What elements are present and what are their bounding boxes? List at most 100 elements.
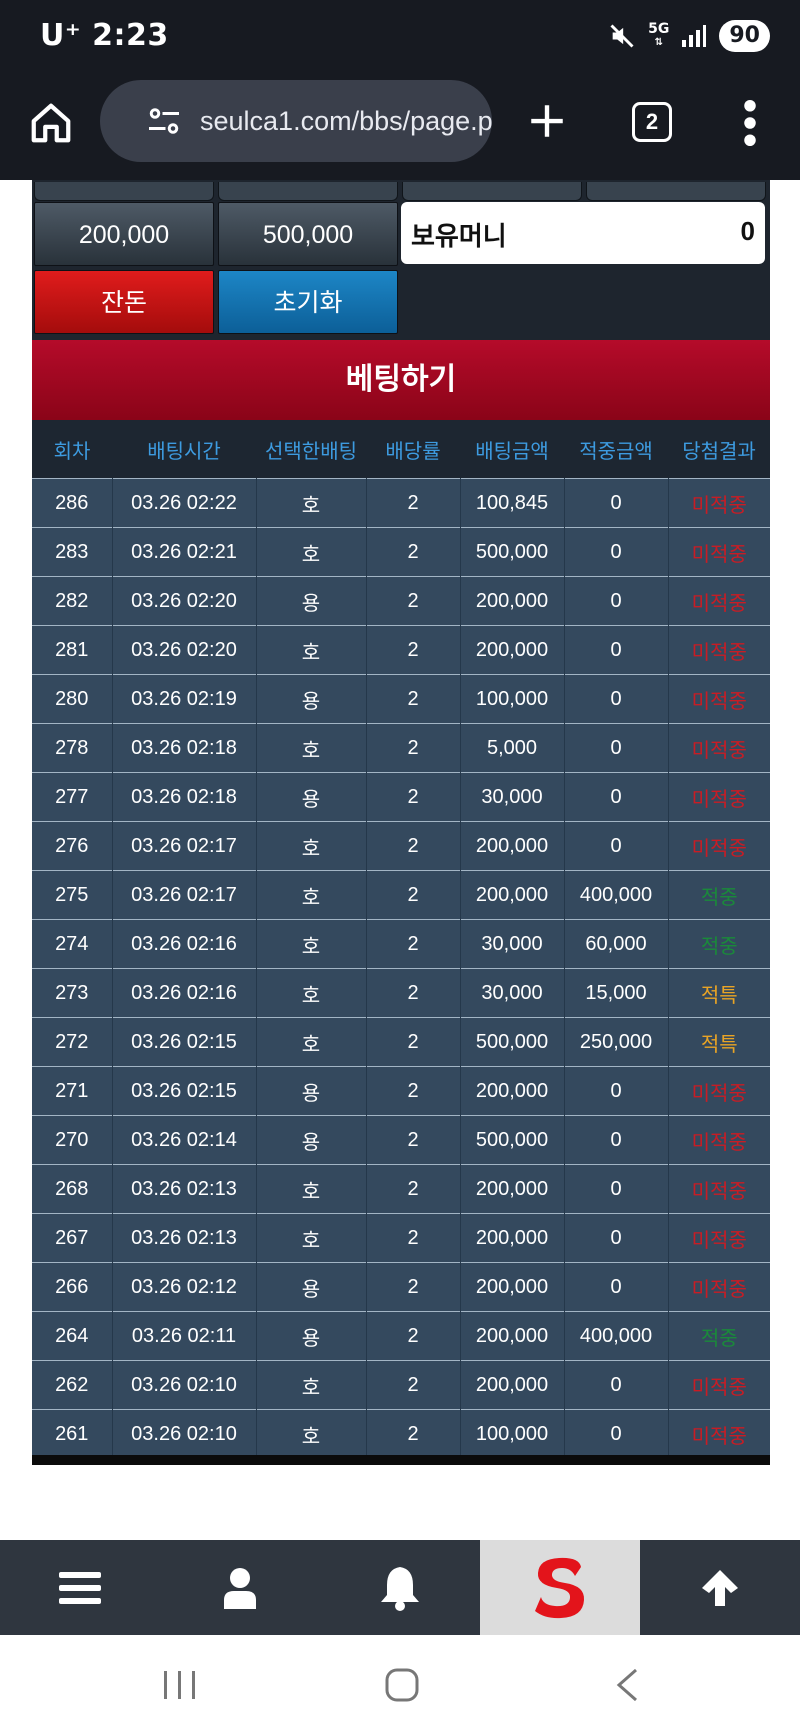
col-win-amount-cell: 0 [564, 1066, 669, 1116]
table-row: 276 03.26 02:17 호 2 200,000 0 미적중 [32, 821, 770, 871]
col-bet-amount-cell: 200,000 [460, 1262, 565, 1312]
col-round-cell: 277 [32, 772, 113, 822]
col-odds-cell: 2 [366, 1409, 461, 1458]
col-result-cell: 미적중 [668, 1115, 770, 1165]
col-bet-time-cell: 03.26 02:13 [112, 1164, 257, 1214]
col-result-cell: 미적중 [668, 1360, 770, 1410]
col-selection-cell: 호 [256, 625, 367, 675]
col-odds-cell: 2 [366, 576, 461, 626]
col-bet-time-cell: 03.26 02:18 [112, 723, 257, 773]
reset-button[interactable]: 초기화 [218, 270, 398, 334]
table-row: 274 03.26 02:16 호 2 30,000 60,000 적중 [32, 919, 770, 969]
nav-menu-button[interactable] [0, 1540, 160, 1635]
col-selection-cell: 용 [256, 1262, 367, 1312]
col-win-amount-cell: 0 [564, 1360, 669, 1410]
col-odds-cell: 2 [366, 968, 461, 1018]
betting-section-title: 베팅하기 [32, 340, 770, 420]
site-logo[interactable] [531, 1555, 589, 1621]
home-icon[interactable] [28, 100, 74, 146]
col-selection-cell: 호 [256, 527, 367, 577]
nav-notification-button[interactable] [320, 1540, 480, 1635]
balance-value: 0 [740, 216, 755, 246]
col-round-cell: 267 [32, 1213, 113, 1263]
col-bet-amount-cell: 200,000 [460, 1066, 565, 1116]
partial-button[interactable] [34, 182, 214, 201]
col-round-cell: 276 [32, 821, 113, 871]
amount-200000-button[interactable]: 200,000 [34, 202, 214, 266]
new-tab-icon[interactable] [526, 100, 568, 142]
col-selection-cell: 용 [256, 674, 367, 724]
col-bet-amount-cell: 200,000 [460, 1311, 565, 1361]
col-result-cell: 미적중 [668, 1164, 770, 1214]
partial-button[interactable] [586, 182, 766, 201]
nav-site-logo[interactable] [480, 1540, 640, 1635]
site-bottom-nav [0, 1540, 800, 1635]
col-round-header: 회차 [32, 420, 112, 479]
col-result-cell: 미적중 [668, 723, 770, 773]
mute-icon [610, 24, 634, 48]
system-home-icon[interactable] [384, 1667, 420, 1703]
col-bet-amount-cell: 200,000 [460, 1213, 565, 1263]
col-win-amount-cell: 15,000 [564, 968, 669, 1018]
col-result-cell: 미적중 [668, 1213, 770, 1263]
tab-switcher-button[interactable]: 2 [632, 102, 672, 142]
col-win-amount-cell: 0 [564, 674, 669, 724]
table-bottom-border [32, 1455, 770, 1465]
amount-500000-button[interactable]: 500,000 [218, 202, 398, 266]
nav-scroll-top-button[interactable] [640, 1540, 800, 1635]
nav-user-button[interactable] [160, 1540, 320, 1635]
col-odds-cell: 2 [366, 821, 461, 871]
col-win-amount-cell: 0 [564, 772, 669, 822]
arrow-up-icon[interactable] [700, 1568, 740, 1608]
col-round-cell: 271 [32, 1066, 113, 1116]
partial-button[interactable] [402, 182, 582, 201]
col-bet-amount-cell: 100,000 [460, 674, 565, 724]
change-button[interactable]: 잔돈 [34, 270, 214, 334]
col-bet-time-cell: 03.26 02:15 [112, 1017, 257, 1067]
betting-history-table: 회차 배팅시간 선택한배팅 배당률 배팅금액 적중금액 당첨결과 286 03.26 02:2… [32, 420, 770, 1458]
table-row: 281 03.26 02:20 호 2 200,000 0 미적중 [32, 625, 770, 675]
recents-icon[interactable] [162, 1669, 198, 1701]
col-result-cell: 미적중 [668, 625, 770, 675]
col-result-cell: 미적중 [668, 1066, 770, 1116]
col-result-cell: 미적중 [668, 527, 770, 577]
col-bet-amount-cell: 500,000 [460, 1017, 565, 1067]
col-odds-cell: 2 [366, 1311, 461, 1361]
col-selection-cell: 호 [256, 723, 367, 773]
address-bar[interactable]: seulca1.com/bbs/page.ph [100, 80, 492, 162]
url-text[interactable]: seulca1.com/bbs/page.ph [200, 106, 492, 137]
col-selection-cell: 호 [256, 1164, 367, 1214]
bell-icon[interactable] [379, 1565, 421, 1611]
user-icon[interactable] [222, 1567, 258, 1609]
col-bet-time-cell: 03.26 02:10 [112, 1360, 257, 1410]
col-selection-cell: 용 [256, 1115, 367, 1165]
table-row: 283 03.26 02:21 호 2 500,000 0 미적중 [32, 527, 770, 577]
col-selection-cell: 호 [256, 1017, 367, 1067]
col-win-amount-cell: 0 [564, 1262, 669, 1312]
more-options-icon[interactable] [742, 100, 758, 146]
col-bet-amount-cell: 200,000 [460, 625, 565, 675]
col-win-amount-cell: 0 [564, 527, 669, 577]
col-bet-time-cell: 03.26 02:12 [112, 1262, 257, 1312]
table-row: 273 03.26 02:16 호 2 30,000 15,000 적특 [32, 968, 770, 1018]
partial-button[interactable] [218, 182, 398, 201]
table-row: 271 03.26 02:15 용 2 200,000 0 미적중 [32, 1066, 770, 1116]
col-round-cell: 286 [32, 478, 113, 528]
col-bet-amount-cell: 100,845 [460, 478, 565, 528]
status-icons: 5G ⇅ 90 [608, 20, 770, 52]
col-bet-time-header: 배팅시간 [112, 420, 256, 479]
col-bet-amount-cell: 200,000 [460, 870, 565, 920]
col-odds-cell: 2 [366, 625, 461, 675]
back-icon[interactable] [614, 1667, 640, 1703]
col-round-cell: 268 [32, 1164, 113, 1214]
table-row: 278 03.26 02:18 호 2 5,000 0 미적중 [32, 723, 770, 773]
col-bet-time-cell: 03.26 02:16 [112, 968, 257, 1018]
col-round-cell: 281 [32, 625, 113, 675]
col-round-cell: 272 [32, 1017, 113, 1067]
col-result-cell: 미적중 [668, 1262, 770, 1312]
col-round-cell: 264 [32, 1311, 113, 1361]
table-row: 282 03.26 02:20 용 2 200,000 0 미적중 [32, 576, 770, 626]
menu-icon[interactable] [59, 1570, 101, 1606]
col-selection-cell: 호 [256, 870, 367, 920]
site-settings-icon[interactable] [146, 103, 182, 139]
